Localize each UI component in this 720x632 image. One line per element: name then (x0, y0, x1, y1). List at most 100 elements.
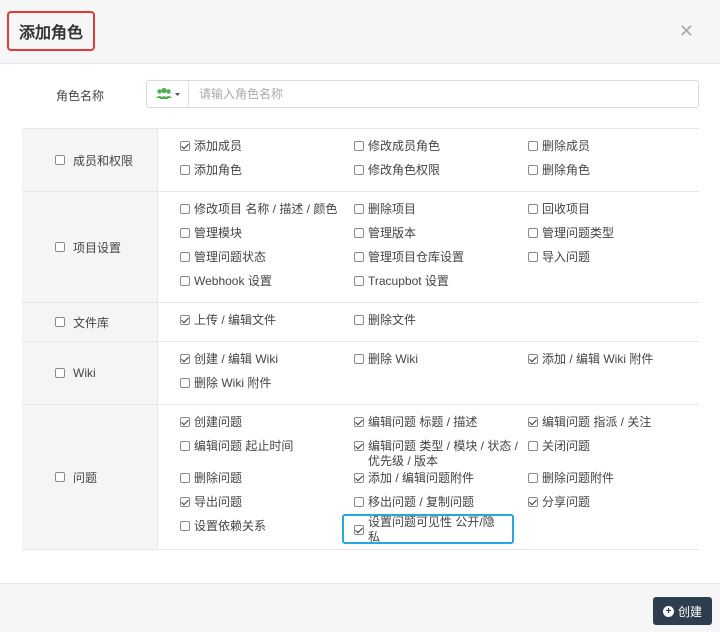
permission-option[interactable]: 修改角色权限 (354, 162, 528, 186)
permission-label: 添加 / 编辑问题附件 (368, 471, 475, 485)
permission-checkbox[interactable] (354, 417, 364, 427)
permission-checkbox[interactable] (528, 441, 538, 451)
permission-checkbox[interactable] (528, 141, 538, 151)
permission-checkbox[interactable] (180, 441, 190, 451)
permission-label: 管理问题类型 (542, 226, 615, 240)
permission-option[interactable]: 管理问题类型 (528, 225, 698, 249)
category-cell: 问题 (22, 405, 158, 549)
permission-checkbox[interactable] (354, 354, 364, 364)
permission-option[interactable]: 编辑问题 起止时间 (180, 438, 354, 470)
permission-checkbox[interactable] (528, 417, 538, 427)
permission-option[interactable]: 编辑问题 标题 / 描述 (354, 414, 528, 438)
category-checkbox[interactable] (55, 368, 65, 378)
permission-checkbox[interactable] (180, 315, 190, 325)
permission-checkbox[interactable] (354, 204, 364, 214)
category-checkbox[interactable] (55, 242, 65, 252)
permission-checkbox[interactable] (354, 525, 364, 535)
permission-label: 创建 / 编辑 Wiki (194, 352, 278, 366)
permission-checkbox[interactable] (528, 354, 538, 364)
permission-options: 添加成员 修改成员角色 删除成员添加角色 修改角色权限 删除角色 (158, 129, 699, 191)
permission-option[interactable]: Webhook 设置 (180, 273, 354, 297)
permission-checkbox[interactable] (180, 165, 190, 175)
permission-checkbox[interactable] (354, 228, 364, 238)
permission-checkbox[interactable] (354, 141, 364, 151)
permission-label: 上传 / 编辑文件 (194, 313, 277, 327)
permission-option[interactable]: 编辑问题 指派 / 关注 (528, 414, 698, 438)
close-icon[interactable]: ✕ (679, 21, 694, 41)
permission-option[interactable]: 管理模块 (180, 225, 354, 249)
role-icon-dropdown[interactable] (147, 81, 189, 107)
permission-checkbox[interactable] (354, 473, 364, 483)
permission-row-issues: 问题 创建问题 编辑问题 标题 / 描述 编辑问题 指派 / 关注编辑问题 起止时间 编… (22, 405, 699, 550)
permission-checkbox[interactable] (528, 204, 538, 214)
permission-option[interactable]: 删除角色 (528, 162, 698, 186)
permission-checkbox[interactable] (180, 473, 190, 483)
permission-option[interactable]: 删除 Wiki (354, 351, 528, 375)
permission-option[interactable]: 修改项目 名称 / 描述 / 颜色 (180, 201, 354, 225)
permission-checkbox[interactable] (180, 521, 190, 531)
permission-label: 管理问题状态 (194, 250, 267, 264)
permission-option[interactable]: 添加 / 编辑 Wiki 附件 (528, 351, 698, 375)
permission-option[interactable]: 添加角色 (180, 162, 354, 186)
permission-checkbox[interactable] (180, 378, 190, 388)
category-label: 项目设置 (73, 240, 122, 255)
permission-checkbox[interactable] (528, 228, 538, 238)
permission-checkbox[interactable] (180, 497, 190, 507)
permission-checkbox[interactable] (180, 204, 190, 214)
permission-checkbox[interactable] (354, 497, 364, 507)
permission-checkbox[interactable] (528, 497, 538, 507)
category-checkbox[interactable] (55, 472, 65, 482)
permission-option[interactable]: 导入问题 (528, 249, 698, 273)
permission-option[interactable]: 删除问题 (180, 470, 354, 494)
permission-checkbox[interactable] (528, 252, 538, 262)
role-name-field (146, 80, 699, 108)
permission-option[interactable]: 删除成员 (528, 138, 698, 162)
category-checkbox[interactable] (55, 317, 65, 327)
permission-option[interactable]: 删除 Wiki 附件 (180, 375, 354, 399)
category-label: 问题 (73, 470, 98, 485)
permission-checkbox[interactable] (180, 252, 190, 262)
permission-label: 添加成员 (194, 139, 243, 153)
permission-option[interactable]: 编辑问题 类型 / 模块 / 状态 / 优先级 / 版本 (354, 438, 528, 470)
permission-checkbox[interactable] (180, 417, 190, 427)
permission-checkbox[interactable] (180, 141, 190, 151)
permission-option[interactable]: 管理项目仓库设置 (354, 249, 528, 273)
permission-checkbox[interactable] (528, 473, 538, 483)
permission-option[interactable]: 创建 / 编辑 Wiki (180, 351, 354, 375)
permission-option[interactable]: 删除文件 (354, 312, 528, 336)
permission-option[interactable]: 回收项目 (528, 201, 698, 225)
permission-checkbox[interactable] (180, 276, 190, 286)
permission-row-members: 成员和权限 添加成员 修改成员角色 删除成员 添加角色 修改角色权限 删除角色 (22, 129, 699, 192)
permission-option[interactable]: 关闭问题 (528, 438, 698, 470)
permission-option[interactable]: 删除问题附件 (528, 470, 698, 494)
permission-checkbox[interactable] (354, 315, 364, 325)
permission-checkbox[interactable] (354, 441, 364, 451)
dialog-header: 添加角色 ✕ (0, 0, 720, 64)
permission-option[interactable]: 管理问题状态 (180, 249, 354, 273)
create-button[interactable]: + 创建 (653, 597, 712, 625)
permission-checkbox[interactable] (354, 276, 364, 286)
permission-label: 删除项目 (368, 202, 417, 216)
permission-label: 删除成员 (542, 139, 591, 153)
permission-option[interactable]: 上传 / 编辑文件 (180, 312, 354, 336)
permission-option[interactable]: 添加成员 (180, 138, 354, 162)
permission-checkbox[interactable] (528, 165, 538, 175)
permission-checkbox[interactable] (354, 165, 364, 175)
role-name-input[interactable] (189, 81, 698, 107)
permission-option[interactable]: 添加 / 编辑问题附件 (354, 470, 528, 494)
permission-option[interactable]: 导出问题 (180, 494, 354, 518)
permission-option[interactable]: 删除项目 (354, 201, 528, 225)
permission-options: 创建 / 编辑 Wiki 删除 Wiki 添加 / 编辑 Wiki 附件删除 Wik… (158, 342, 699, 404)
permission-checkbox[interactable] (180, 228, 190, 238)
permission-checkbox[interactable] (180, 354, 190, 364)
permission-option[interactable]: 创建问题 (180, 414, 354, 438)
permission-option[interactable]: 分享问题 (528, 494, 698, 518)
permission-option[interactable]: Tracupbot 设置 (354, 273, 528, 297)
category-checkbox[interactable] (55, 155, 65, 165)
permission-label: 创建问题 (194, 415, 243, 429)
permission-option-highlighted[interactable]: 设置问题可见性 公开/隐私 (342, 514, 514, 544)
permission-checkbox[interactable] (354, 252, 364, 262)
permission-option[interactable]: 修改成员角色 (354, 138, 528, 162)
permission-option[interactable]: 设置依赖关系 (180, 518, 354, 544)
permission-option[interactable]: 管理版本 (354, 225, 528, 249)
